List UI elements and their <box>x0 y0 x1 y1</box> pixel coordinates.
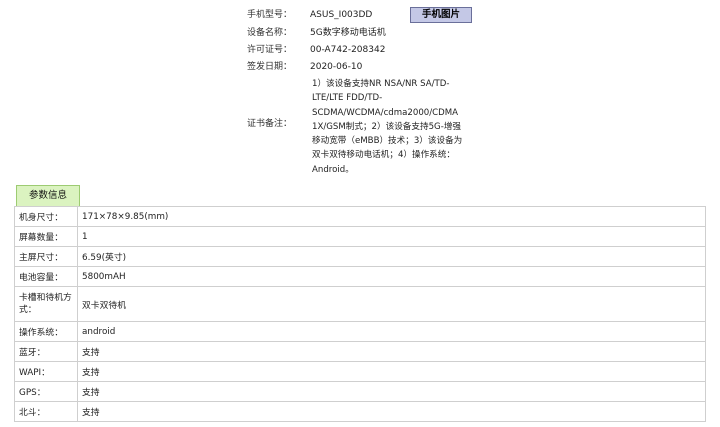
device-name-label: 设备名称： <box>246 28 292 38</box>
model-row: 手机型号： ASUS_I003DD <box>0 7 720 23</box>
remark-value: 1）该设备支持NR NSA/NR SA/TD- LTE/LTE FDD/TD- … <box>312 77 477 177</box>
table-row: GPS： 支持 <box>14 381 706 402</box>
param-key: 北斗： <box>14 401 78 422</box>
param-key: 主屏尺寸： <box>14 246 78 267</box>
issue-date-label: 签发日期： <box>246 62 292 72</box>
remark-line: 移动宽带（eMBB）技术；3）该设备为 <box>312 136 463 147</box>
table-row: 操作系统： android <box>14 321 706 342</box>
table-row: 主屏尺寸： 6.59(英寸) <box>14 246 706 267</box>
remark-label: 证书备注： <box>246 119 292 129</box>
param-value: 6.59(英寸) <box>77 246 706 267</box>
param-value: 171×78×9.85(mm) <box>77 206 706 227</box>
table-row: WAPI： 支持 <box>14 361 706 382</box>
table-row: 卡槽和待机方 式： 双卡双待机 <box>14 286 706 322</box>
param-value: 支持 <box>77 381 706 402</box>
param-value: 1 <box>77 226 706 247</box>
param-key: 蓝牙： <box>14 341 78 362</box>
issue-date-row: 签发日期： 2020-06-10 <box>0 59 720 75</box>
device-name-value: 5G数字移动电话机 <box>310 28 386 38</box>
param-key: 电池容量： <box>14 266 78 287</box>
parameters-table: 机身尺寸： 171×78×9.85(mm) 屏幕数量： 1 主屏尺寸： 6.59… <box>14 206 706 422</box>
issue-date-value: 2020-06-10 <box>310 62 363 72</box>
remark-line: SCDMA/WCDMA/cdma2000/CDMA <box>312 107 459 118</box>
table-row: 电池容量： 5800mAH <box>14 266 706 287</box>
param-key: WAPI： <box>14 361 78 382</box>
model-value: ASUS_I003DD <box>310 10 373 20</box>
license-label: 许可证号： <box>246 45 292 55</box>
table-row: 机身尺寸： 171×78×9.85(mm) <box>14 206 706 227</box>
tab-parameters[interactable]: 参数信息 <box>16 185 80 206</box>
remark-line: Android。 <box>312 164 354 175</box>
param-value: 支持 <box>77 401 706 422</box>
param-value: 支持 <box>77 341 706 362</box>
param-key-line: 式： <box>19 305 37 315</box>
table-row: 屏幕数量： 1 <box>14 226 706 247</box>
param-key: 屏幕数量： <box>14 226 78 247</box>
remark-line: LTE/LTE FDD/TD- <box>312 93 383 104</box>
remark-line: 1）该设备支持NR NSA/NR SA/TD- <box>312 79 450 89</box>
param-key: 机身尺寸： <box>14 206 78 227</box>
param-value: android <box>77 321 706 342</box>
remark-line: 双卡双待移动电话机；4）操作系统： <box>312 150 455 161</box>
param-key: 操作系统： <box>14 321 78 342</box>
license-row: 许可证号： 00-A742-208342 <box>0 42 720 58</box>
model-label: 手机型号： <box>246 10 292 20</box>
param-value: 双卡双待机 <box>77 286 706 322</box>
param-key-line: 卡槽和待机方 <box>19 293 72 303</box>
param-key: 卡槽和待机方 式： <box>14 286 78 322</box>
license-value: 00-A742-208342 <box>310 45 386 55</box>
phone-photo-button[interactable]: 手机图片 <box>410 7 472 23</box>
table-row: 蓝牙： 支持 <box>14 341 706 362</box>
param-value: 5800mAH <box>77 266 706 287</box>
table-row: 北斗： 支持 <box>14 401 706 422</box>
remark-line: 1X/GSM制式；2）该设备支持5G-增强 <box>312 121 462 132</box>
param-key: GPS： <box>14 381 78 402</box>
device-name-row: 设备名称： 5G数字移动电话机 <box>0 25 720 41</box>
param-value: 支持 <box>77 361 706 382</box>
